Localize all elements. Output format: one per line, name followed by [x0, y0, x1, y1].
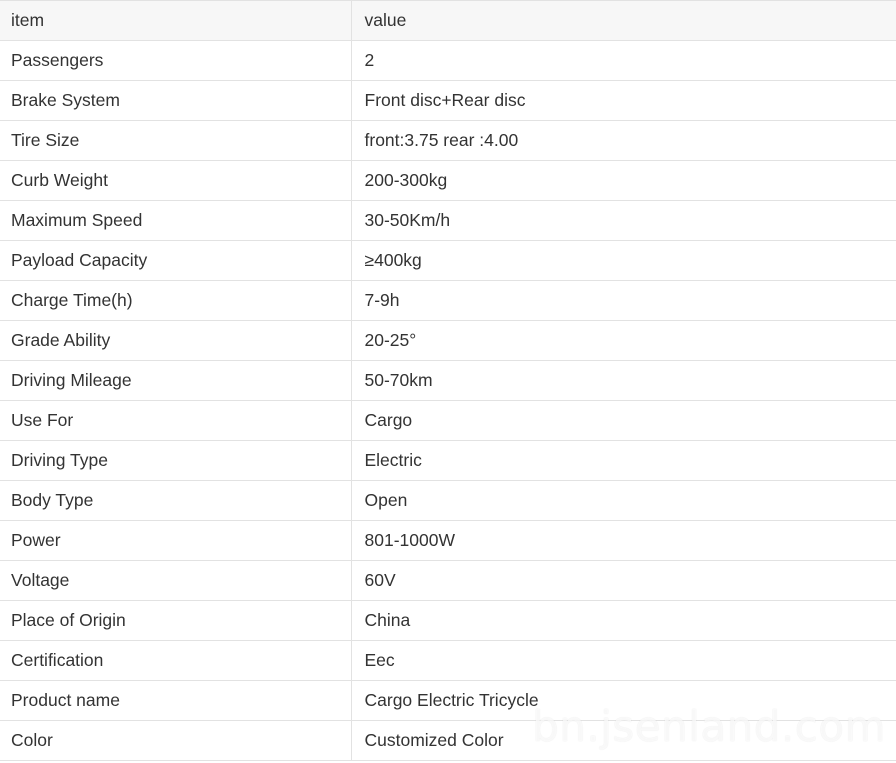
row-value: Electric	[350, 440, 896, 481]
row-item: Tire Size	[0, 120, 351, 161]
row-value: 50-70km	[350, 360, 896, 401]
row-item: Passengers	[0, 40, 351, 81]
row-item: Payload Capacity	[0, 240, 351, 281]
row-item: Body Type	[0, 480, 351, 521]
row-value: Front disc+Rear disc	[350, 80, 896, 121]
row-item: Color	[0, 720, 351, 761]
table-row: Payload Capacity ≥400kg	[0, 240, 896, 281]
row-value: 2	[350, 40, 896, 81]
table-row: Tire Size front:3.75 rear :4.00	[0, 120, 896, 161]
header-value: value	[350, 0, 896, 41]
table-row: Driving Type Electric	[0, 440, 896, 481]
table-row: Passengers 2	[0, 40, 896, 81]
row-value: Cargo	[350, 400, 896, 441]
header-item: item	[0, 0, 351, 41]
row-item: Driving Type	[0, 440, 351, 481]
table-header-row: item value	[0, 0, 896, 41]
row-value: 200-300kg	[350, 160, 896, 201]
table-row: Body Type Open	[0, 480, 896, 521]
row-value: 7-9h	[350, 280, 896, 321]
row-item: Charge Time(h)	[0, 280, 351, 321]
row-value: 30-50Km/h	[350, 200, 896, 241]
row-value: front:3.75 rear :4.00	[350, 120, 896, 161]
row-value: China	[350, 600, 896, 641]
row-value: 60V	[350, 560, 896, 601]
row-value: Customized Color	[350, 720, 896, 761]
row-item: Use For	[0, 400, 351, 441]
table-row: Use For Cargo	[0, 400, 896, 441]
row-value: Eec	[350, 640, 896, 681]
table-row: Driving Mileage 50-70km	[0, 360, 896, 401]
row-item: Product name	[0, 680, 351, 721]
row-item: Maximum Speed	[0, 200, 351, 241]
row-value: Cargo Electric Tricycle	[350, 680, 896, 721]
table-row: Color Customized Color	[0, 720, 896, 761]
row-item: Brake System	[0, 80, 351, 121]
row-item: Power	[0, 520, 351, 561]
row-item: Curb Weight	[0, 160, 351, 201]
row-value: Open	[350, 480, 896, 521]
table-row: Charge Time(h) 7-9h	[0, 280, 896, 321]
table-row: Power 801-1000W	[0, 520, 896, 561]
row-value: 801-1000W	[350, 520, 896, 561]
table-row: Certification Eec	[0, 640, 896, 681]
table-row: Product name Cargo Electric Tricycle	[0, 680, 896, 721]
table-row: Voltage 60V	[0, 560, 896, 601]
table-row: Place of Origin China	[0, 600, 896, 641]
table-row: Brake System Front disc+Rear disc	[0, 80, 896, 121]
row-item: Grade Ability	[0, 320, 351, 361]
row-value: ≥400kg	[350, 240, 896, 281]
table-row: Maximum Speed 30-50Km/h	[0, 200, 896, 241]
table-row: Grade Ability 20-25°	[0, 320, 896, 361]
row-value: 20-25°	[350, 320, 896, 361]
row-item: Certification	[0, 640, 351, 681]
spec-table: item value Passengers 2 Brake System Fro…	[0, 0, 896, 761]
row-item: Voltage	[0, 560, 351, 601]
row-item: Driving Mileage	[0, 360, 351, 401]
row-item: Place of Origin	[0, 600, 351, 641]
table-row: Curb Weight 200-300kg	[0, 160, 896, 201]
